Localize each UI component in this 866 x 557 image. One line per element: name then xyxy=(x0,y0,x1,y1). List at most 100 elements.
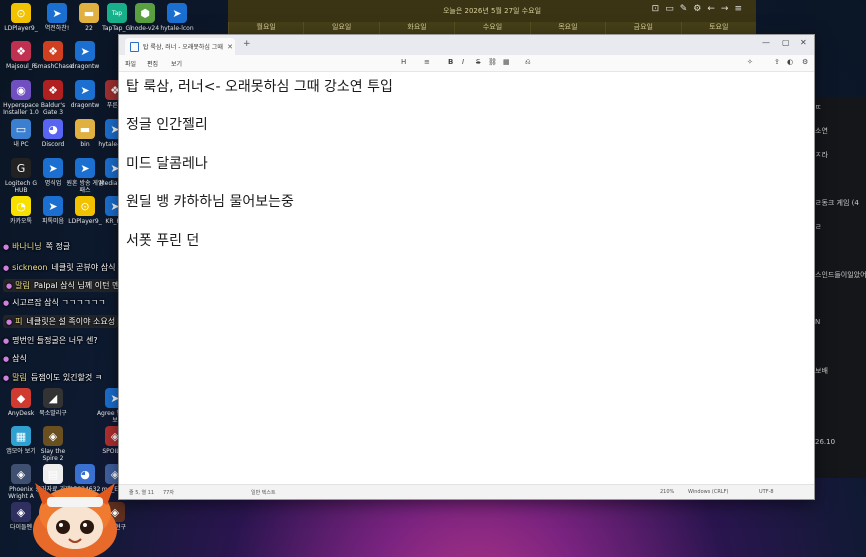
calendar-weekday: 토요일 xyxy=(680,22,756,34)
menu-edit[interactable]: 편집 xyxy=(147,59,158,68)
app-icon: ◆ xyxy=(11,388,31,408)
chat-text: 네클릿 곧뷰야 삼식 xyxy=(51,263,116,272)
app-icon: ➤ xyxy=(43,196,63,216)
calendar-toolbar: ⊡▭✎⚙←→≡ xyxy=(652,4,748,14)
app-icon: ◔ xyxy=(11,196,31,216)
chat-user-badge-icon: ● xyxy=(3,299,10,307)
account-icon[interactable]: ◐ xyxy=(787,58,793,66)
desktop-icon[interactable]: ➤ hytale-lcon xyxy=(158,3,196,32)
app-icon: ❖ xyxy=(43,41,63,61)
chat-text: 쪽 정글 xyxy=(45,242,71,251)
side-panel-text: ㅈ라 xyxy=(815,151,828,159)
text-line-2: 정글 인간젤리 xyxy=(126,117,208,133)
desktop-icon-label: Slay the Spire 2 xyxy=(40,448,66,462)
calendar-tool-icon[interactable]: ▭ xyxy=(665,4,680,14)
cursor-position: 줄 5, 열 11 xyxy=(129,490,155,496)
app-icon: ▬ xyxy=(75,119,95,139)
calendar-tool-icon[interactable]: ← xyxy=(707,4,721,14)
app-icon: ◢ xyxy=(43,388,63,408)
desktop-icon-label: hytale-lcon xyxy=(160,25,194,32)
menu-view[interactable]: 보기 xyxy=(171,59,182,68)
link-icon[interactable]: ⛓ xyxy=(488,58,497,66)
calendar-tool-icon[interactable]: → xyxy=(721,4,735,14)
chat-user-badge-icon: ● xyxy=(6,282,13,290)
maximize-icon[interactable]: ▢ xyxy=(782,38,790,47)
side-panel-text: 26.10 xyxy=(815,438,836,446)
desktop-icon[interactable]: ◢ 북소말리구 xyxy=(34,388,72,417)
chat-text: 듬잼이도 있긴할것 ㅋ xyxy=(30,373,103,382)
close-window-icon[interactable]: ✕ xyxy=(800,38,807,47)
settings-gear-icon[interactable]: ⚙ xyxy=(802,58,808,66)
app-icon: ▬ xyxy=(79,3,99,23)
desktop-icon-label: dragontw xyxy=(70,63,100,70)
calendar-tool-icon[interactable]: ≡ xyxy=(734,4,748,14)
share-icon[interactable]: ⇪ xyxy=(774,58,780,66)
new-tab-icon[interactable]: + xyxy=(243,39,251,49)
italic-icon[interactable]: I xyxy=(462,58,464,66)
chat-text: Palpal 삼식 님께 이턴 멘버? xyxy=(33,281,131,290)
app-icon: ➤ xyxy=(75,41,95,61)
text-format: 일반 텍스트 xyxy=(251,490,276,496)
calendar-weekday: 일요일 xyxy=(303,22,379,34)
calendar-weekday: 목요일 xyxy=(529,22,606,34)
text-line-1: 탑 룩삼, 러너<- 오래못하심 그때 강소연 투입 xyxy=(126,79,393,95)
chat-username: 말림 xyxy=(12,373,27,382)
chat-username: 피 xyxy=(15,317,23,326)
chat-text: 명번인 들정굴은 너무 센? xyxy=(12,336,98,345)
side-panel-text: 스인드들이일았어 xyxy=(815,271,866,279)
zoom-level[interactable]: 210% xyxy=(660,489,674,495)
text-line-4: 원딜 뱅 캬하하님 물어보는중 xyxy=(126,194,294,210)
side-panel-text: 소연 xyxy=(815,127,828,135)
desktop-icon[interactable]: ◈ Slay the Spire 2 xyxy=(34,426,72,462)
list-icon[interactable]: ≡ xyxy=(424,58,430,66)
clear-format-icon[interactable]: ⎌ xyxy=(525,58,531,67)
close-tab-icon[interactable]: ✕ xyxy=(225,43,235,51)
calendar-tool-icon[interactable]: ✎ xyxy=(680,4,694,14)
copilot-icon[interactable]: ✧ xyxy=(747,58,753,66)
app-icon: ➤ xyxy=(43,158,63,178)
side-panel-text: ㄹ xyxy=(815,223,822,231)
document-tab[interactable]: 탑 룩삼, 러너 - 오래못하심 그때 강소 ✕ xyxy=(125,38,235,55)
app-icon: G xyxy=(11,158,31,178)
document-tab-title: 탑 룩삼, 러너 - 오래못하심 그때 강소 xyxy=(143,44,225,51)
chat-message: ● 말림 Palpal 삼식 님께 이턴 멘버? xyxy=(3,279,134,292)
side-panel-text: 보배 xyxy=(815,367,828,375)
encoding[interactable]: UTF-8 xyxy=(759,489,774,495)
line-ending[interactable]: Windows (CRLF) xyxy=(688,489,728,495)
chat-username: 바나니닝 xyxy=(12,242,42,251)
desktop-icon[interactable]: ➤ dragontw xyxy=(66,41,104,70)
app-icon: ◈ xyxy=(43,426,63,446)
calendar-tool-icon[interactable]: ⊡ xyxy=(652,4,666,14)
calendar-weekday: 수요일 xyxy=(454,22,530,34)
heading-icon[interactable]: H xyxy=(401,58,406,66)
desktop-icon[interactable]: ⊙ LDPlayer9_ xyxy=(2,3,40,32)
chat-message: ● 바나니닝 쪽 정글 xyxy=(3,241,70,252)
chat-message: ● sickneon 네클릿 곧뷰야 삼식 xyxy=(3,262,115,273)
chat-user-badge-icon: ● xyxy=(3,243,10,251)
calendar-weekday: 월요일 xyxy=(228,22,304,34)
character-count: 77자 xyxy=(163,490,174,496)
chat-user-badge-icon: ● xyxy=(3,337,10,345)
chat-username: 말림 xyxy=(15,281,30,290)
bold-icon[interactable]: B xyxy=(448,58,453,66)
app-icon: ▦ xyxy=(11,426,31,446)
text-editor[interactable]: 탑 룩삼, 러너<- 오래못하심 그때 강소연 투입 정글 인간젤리 미드 달콤… xyxy=(119,72,814,485)
table-icon[interactable]: ▦ xyxy=(503,58,510,66)
menu-file[interactable]: 파일 xyxy=(125,59,136,68)
app-icon: ⬢ xyxy=(135,3,155,23)
calendar-tool-icon[interactable]: ⚙ xyxy=(693,4,707,14)
desktop-icon-label: 북소말리구 xyxy=(39,410,67,417)
chat-user-badge-icon: ● xyxy=(3,355,10,363)
chat-text: 시고르잡 삼식 ㄱㄱㄱㄱㄱㄱ xyxy=(12,298,106,307)
chat-user-badge-icon: ● xyxy=(3,374,10,382)
chat-message: ● 시고르잡 삼식 ㄱㄱㄱㄱㄱㄱ xyxy=(3,297,106,308)
strikethrough-icon[interactable]: S xyxy=(476,58,480,66)
app-icon: ⊙ xyxy=(75,196,95,216)
calendar-weekday: 금요일 xyxy=(605,22,681,34)
side-panel-text: ㄹ동크 게임 (4 xyxy=(815,199,859,207)
right-side-panel: ㄸ 소연 ㅈ라 ㄹ동크 게임 (4 ㄹ 스인드들이일았어 N 보배 26.10 xyxy=(813,98,866,478)
chat-message: ● 삼식 xyxy=(3,353,27,364)
app-icon: ❖ xyxy=(43,80,63,100)
minimize-icon[interactable]: — xyxy=(762,38,770,47)
chat-message: ● 말림 듬잼이도 있긴할것 ㅋ xyxy=(3,372,102,383)
